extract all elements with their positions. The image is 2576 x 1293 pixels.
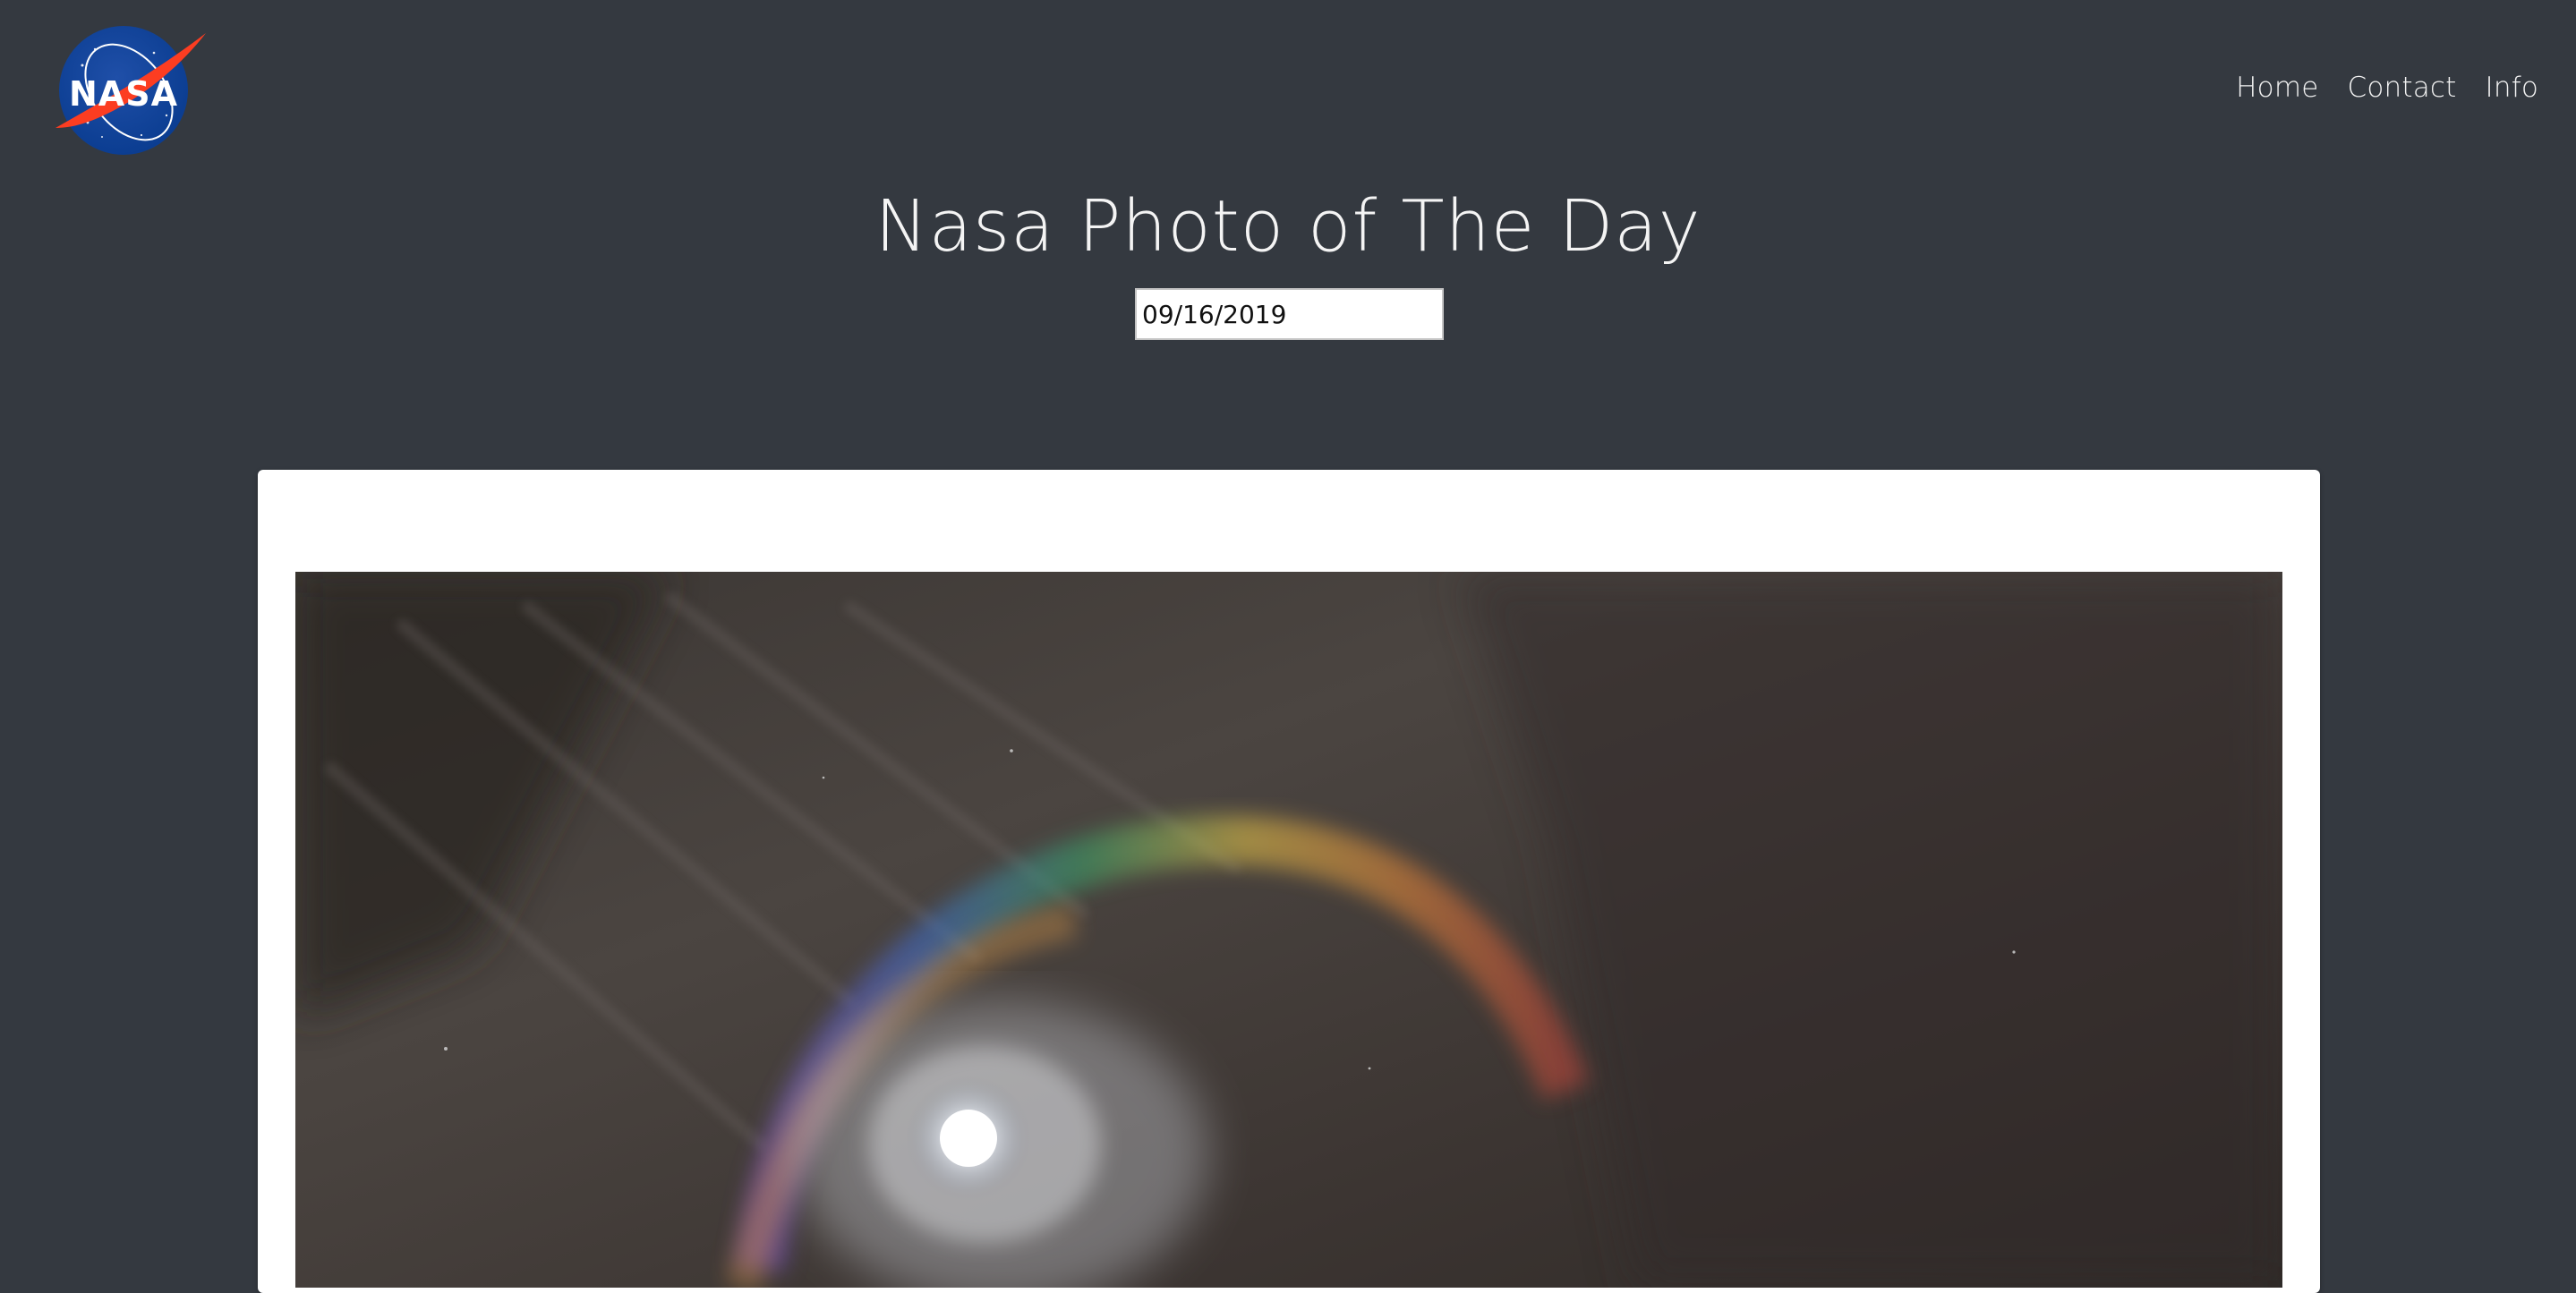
nav-contact-link[interactable]: Contact	[2348, 72, 2457, 104]
nasa-logo[interactable]: NASA	[48, 22, 209, 157]
date-input[interactable]	[1135, 288, 1444, 340]
apod-photo	[295, 572, 2282, 1288]
page-title: Nasa Photo of The Day	[874, 185, 1702, 268]
photo-card	[258, 470, 2320, 1293]
nav-info-link[interactable]: Info	[2486, 72, 2538, 104]
svg-text:NASA: NASA	[69, 74, 178, 114]
nav-home-link[interactable]: Home	[2236, 72, 2318, 104]
main-nav: Home Contact Info	[2236, 72, 2538, 104]
